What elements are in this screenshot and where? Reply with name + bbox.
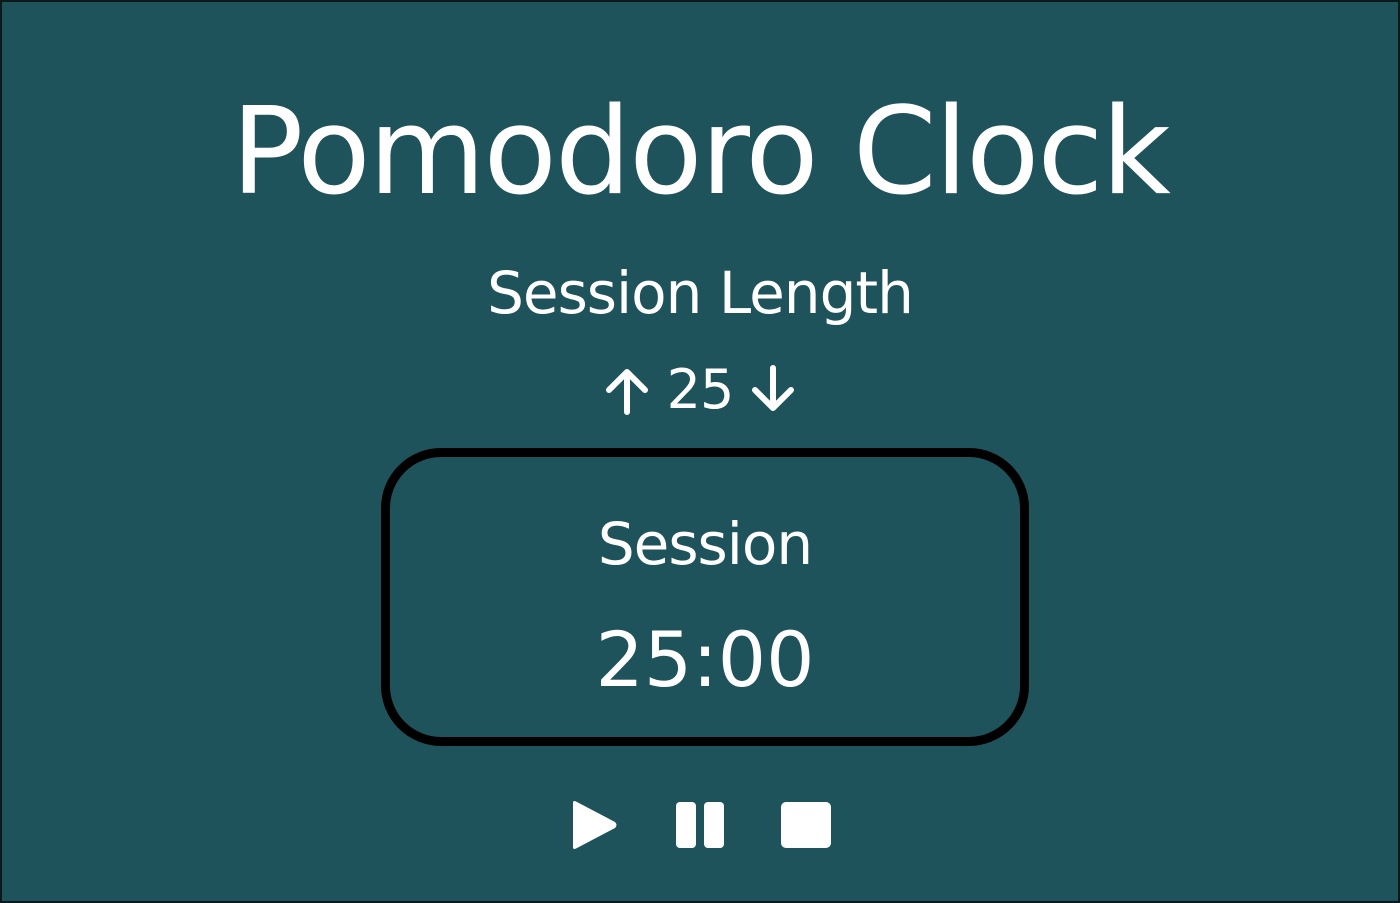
page-title: Pomodoro Clock [231, 83, 1171, 222]
decrement-session-button[interactable] [747, 362, 799, 418]
play-icon [573, 801, 617, 849]
timer-panel: Session 25:00 [381, 448, 1029, 746]
session-length-value: 25 [666, 358, 735, 421]
arrow-up-icon [605, 369, 648, 415]
increment-session-button[interactable] [601, 362, 653, 418]
timer-display: 25:00 [595, 615, 815, 704]
arrow-down-icon [752, 365, 795, 411]
play-button[interactable] [567, 797, 621, 853]
session-length-controls: 25 [0, 360, 1400, 420]
session-length-label: Session Length [487, 259, 914, 327]
pause-button[interactable] [673, 797, 727, 853]
stop-button[interactable] [779, 797, 833, 853]
timer-label: Session [597, 510, 813, 578]
playback-controls [0, 795, 1400, 855]
stop-icon [781, 802, 831, 848]
pause-icon [676, 802, 724, 848]
